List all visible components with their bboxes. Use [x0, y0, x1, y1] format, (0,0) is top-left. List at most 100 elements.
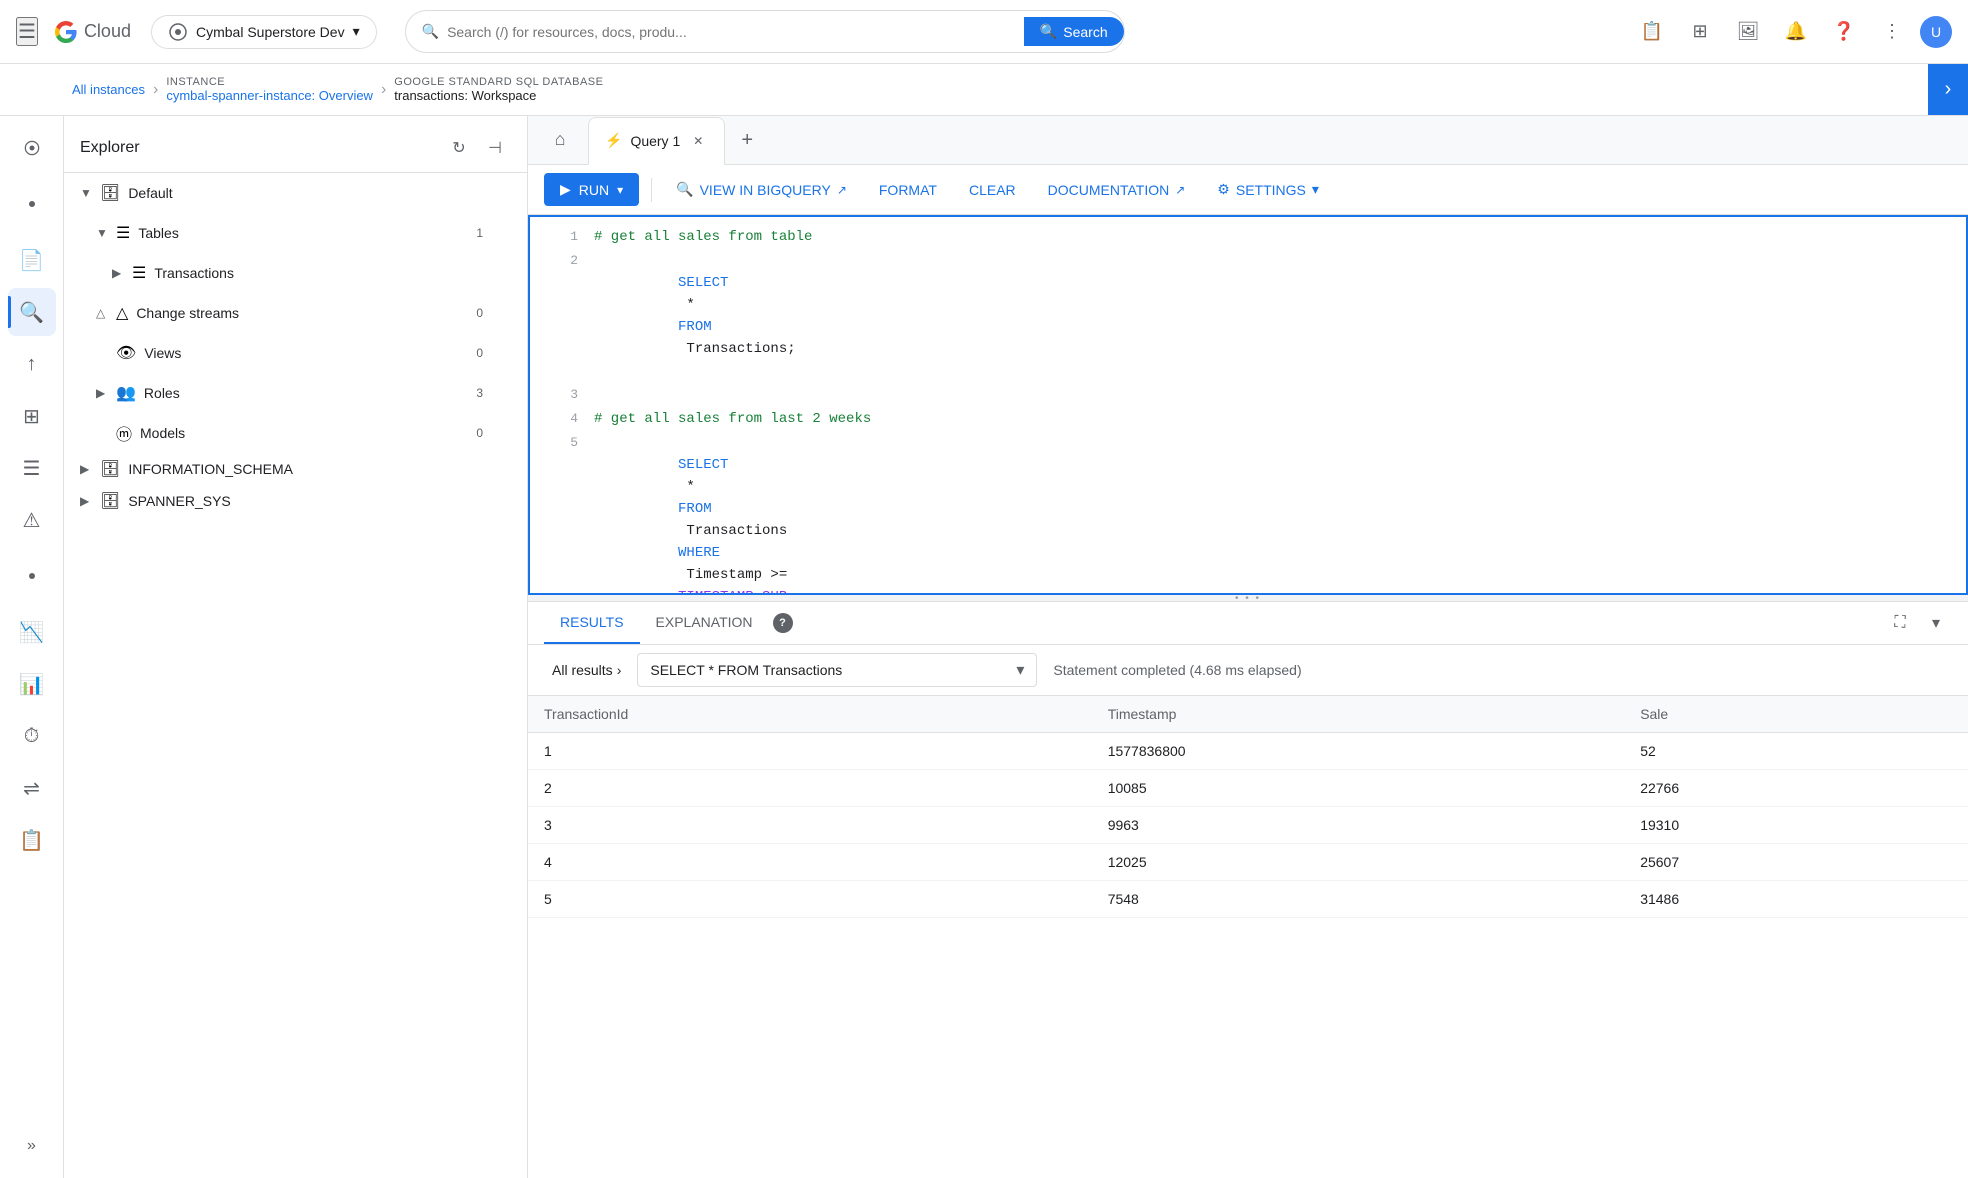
settings-button[interactable]: ⚙ SETTINGS ▾ — [1205, 173, 1331, 206]
document-icon: 📄 — [19, 248, 44, 273]
alerts-button[interactable]: 🔔 — [1776, 12, 1816, 52]
sidebar-item-dot2[interactable] — [8, 552, 56, 600]
search-nav-icon: 🔍 — [19, 300, 44, 325]
table-row: 3 9963 19310 — [528, 807, 1968, 844]
sidebar-item-document[interactable]: 📄 — [8, 236, 56, 284]
spanner-sys-label: SPANNER_SYS — [128, 493, 511, 509]
table-header: TransactionId Timestamp Sale — [528, 696, 1968, 733]
instance-link[interactable]: cymbal-spanner-instance: Overview — [166, 88, 373, 103]
add-tab-icon: + — [741, 129, 753, 152]
roles-icon: 👥 — [116, 383, 136, 403]
all-results-label: All results — [552, 662, 613, 678]
code-line-2: 2 SELECT * FROM Transactions; — [530, 249, 1966, 383]
tree-item-information-schema[interactable]: ▶ 🗄 INFORMATION_SCHEMA — [64, 453, 527, 485]
left-icon-bar: 📄 🔍 ↑ ⊞ ☰ ⚠ 📉 📊 ⏱ ⇌ 📋 » — [0, 116, 64, 1178]
run-button[interactable]: ▶ RUN ▾ — [544, 173, 639, 206]
sidebar-item-table[interactable]: ⊞ — [8, 392, 56, 440]
sidebar-item-filter[interactable]: ⇌ — [8, 764, 56, 812]
query-tab-close[interactable]: ✕ — [688, 131, 708, 151]
project-selector[interactable]: Cymbal Superstore Dev ▾ — [151, 15, 377, 49]
view-bigquery-button[interactable]: 🔍 VIEW IN BIGQUERY ↗ — [664, 173, 859, 206]
sidebar-item-chart[interactable]: 📉 — [8, 608, 56, 656]
explanation-help-button[interactable]: ? — [773, 613, 793, 633]
cell-id: 2 — [528, 770, 1092, 807]
format-button[interactable]: FORMAT — [867, 174, 949, 206]
transactions-label: Transactions — [154, 265, 483, 281]
cell-timestamp: 9963 — [1092, 807, 1625, 844]
help-icon: ❓ — [1833, 21, 1855, 42]
tabs-bar: ⌂ ⚡ Query 1 ✕ + — [528, 116, 1968, 165]
results-collapse-button[interactable]: ▾ — [1920, 607, 1952, 639]
line-number-1: 1 — [546, 226, 578, 248]
query-tab-label: Query 1 — [630, 133, 680, 149]
query-tab-1[interactable]: ⚡ Query 1 ✕ — [588, 117, 725, 165]
sidebar-item-list[interactable]: ☰ — [8, 444, 56, 492]
query-select-dropdown[interactable]: SELECT * FROM Transactions ▾ — [637, 653, 1037, 687]
all-results-button[interactable]: All results › — [544, 658, 629, 682]
search-input[interactable] — [447, 24, 1016, 40]
sidebar-item-list2[interactable]: 📋 — [8, 816, 56, 864]
results-tab[interactable]: RESULTS — [544, 602, 640, 644]
explanation-tab[interactable]: EXPLANATION — [640, 602, 769, 644]
explanation-tab-label: EXPLANATION — [656, 614, 753, 630]
sidebar-item-dot[interactable] — [8, 180, 56, 228]
clear-button[interactable]: CLEAR — [957, 174, 1028, 206]
feedback-button[interactable]: 🖼 — [1728, 12, 1768, 52]
settings-gear-icon: ⚙ — [1217, 181, 1230, 198]
col-transaction-id: TransactionId — [528, 696, 1092, 733]
selected-query-text: SELECT * FROM Transactions — [650, 662, 1008, 678]
notifications-button[interactable]: 📋 — [1632, 12, 1672, 52]
add-tab-button[interactable]: + — [729, 122, 765, 158]
tree-item-spanner-sys[interactable]: ▶ 🗄 SPANNER_SYS — [64, 485, 527, 517]
fullscreen-button[interactable]: ⛶ — [1884, 607, 1916, 639]
tree-item-default[interactable]: ▼ 🗄 Default ⋮ — [64, 173, 527, 213]
data-table-container: TransactionId Timestamp Sale 1 157783680… — [528, 696, 1968, 1178]
query-select-arrow-icon: ▾ — [1016, 660, 1024, 680]
tree-item-change-streams[interactable]: △ △ Change streams 0 ⋮ — [64, 293, 527, 333]
tree-item-models[interactable]: ⓜ Models 0 ⋮ — [64, 413, 527, 453]
views-icon: 👁 — [116, 343, 136, 363]
workspace: ⌂ ⚡ Query 1 ✕ + ▶ RUN ▾ 🔍 VIEW IN BIGQUE… — [528, 116, 1968, 1178]
topbar-icons: 📋 ⊞ 🖼 🔔 ❓ ⋮ U — [1632, 12, 1952, 52]
sidebar-item-warning[interactable]: ⚠ — [8, 496, 56, 544]
search-button-icon: 🔍 — [1040, 23, 1057, 40]
tree-item-transactions[interactable]: ▶ ☰ Transactions ⋮ — [64, 253, 527, 293]
tree-item-views[interactable]: 👁 Views 0 ⋮ — [64, 333, 527, 373]
project-dropdown-icon: ▾ — [353, 23, 360, 40]
sidebar-item-spanner[interactable] — [8, 124, 56, 172]
bigquery-icon: 🔍 — [676, 181, 693, 198]
code-editor[interactable]: 1 # get all sales from table 2 SELECT * … — [528, 215, 1968, 595]
tree-item-roles[interactable]: ▶ 👥 Roles 3 ⋮ — [64, 373, 527, 413]
collapse-button[interactable]: ⊣ — [479, 132, 511, 164]
sidebar-item-expand[interactable]: » — [8, 1122, 56, 1170]
menu-button[interactable]: ☰ — [16, 17, 38, 46]
dot2-icon — [29, 573, 35, 579]
main-content: ⌂ ⚡ Query 1 ✕ + ▶ RUN ▾ 🔍 VIEW IN BIGQUE… — [528, 116, 1968, 1178]
cell-sale: 52 — [1624, 733, 1968, 770]
breadcrumb-right-arrow[interactable]: › — [1928, 64, 1968, 115]
expand-info-schema-icon: ▶ — [80, 462, 96, 476]
sidebar-item-clock[interactable]: ⏱ — [8, 712, 56, 760]
refresh-button[interactable]: ↻ — [443, 132, 475, 164]
sidebar-item-upload[interactable]: ↑ — [8, 340, 56, 388]
keyword-select-2: SELECT — [678, 275, 728, 291]
search-button[interactable]: 🔍 Search — [1024, 17, 1124, 46]
user-avatar[interactable]: U — [1920, 16, 1952, 48]
search-bar[interactable]: 🔍 🔍 Search — [405, 10, 1125, 53]
apps-button[interactable]: ⊞ — [1680, 12, 1720, 52]
google-cloud-logo[interactable]: Cloud — [54, 20, 131, 44]
help-button[interactable]: ❓ — [1824, 12, 1864, 52]
documentation-button[interactable]: DOCUMENTATION ↗ — [1036, 174, 1198, 206]
all-instances-link[interactable]: All instances — [72, 82, 145, 97]
views-count: 0 — [476, 346, 483, 360]
code-comment-4: # get all sales from last 2 weeks — [594, 408, 871, 430]
home-tab[interactable]: ⌂ — [536, 116, 584, 164]
sidebar-item-bar-chart[interactable]: 📊 — [8, 660, 56, 708]
more-options-button[interactable]: ⋮ — [1872, 12, 1912, 52]
code-text-5c: Timestamp >= — [678, 567, 796, 583]
view-bigquery-label: VIEW IN BIGQUERY — [700, 182, 831, 198]
table-list-icon: ☰ — [116, 223, 130, 243]
sidebar-item-search[interactable]: 🔍 — [8, 288, 56, 336]
dot-icon — [29, 201, 35, 207]
tree-item-tables[interactable]: ▼ ☰ Tables 1 ⋮ — [64, 213, 527, 253]
